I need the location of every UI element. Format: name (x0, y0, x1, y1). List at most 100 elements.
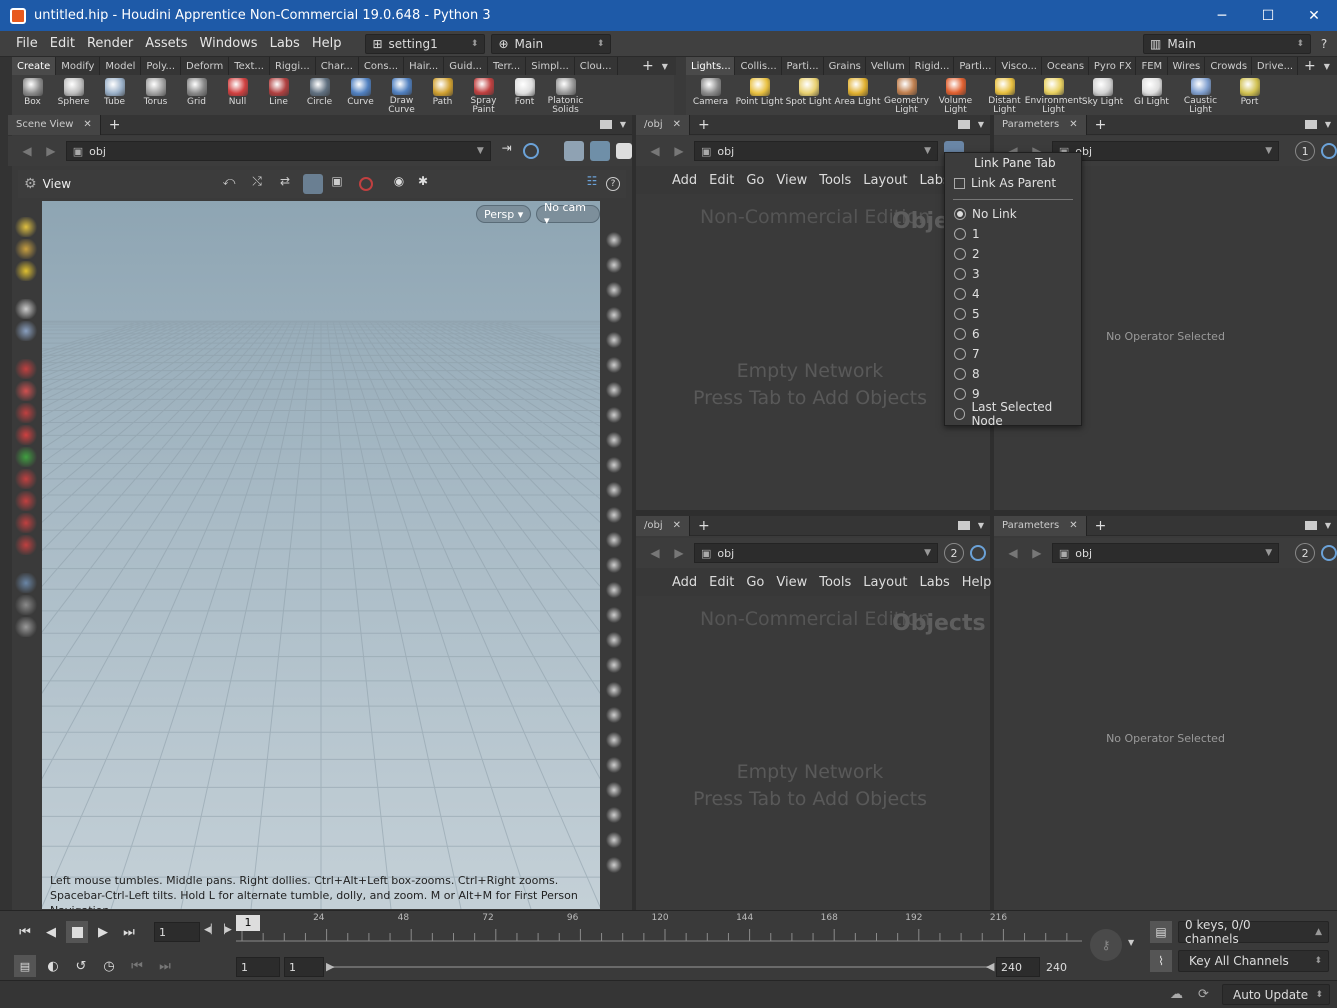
close-icon[interactable]: ✕ (1069, 119, 1077, 130)
display-tool-7-icon[interactable] (605, 405, 623, 425)
camera-menu[interactable]: No cam ▾ (536, 201, 600, 227)
menu-file[interactable]: File (10, 36, 44, 51)
menu-render[interactable]: Render (81, 36, 139, 51)
network-path-field[interactable]: ▣ obj ▼ (694, 141, 938, 161)
display-tool-17-icon[interactable] (605, 655, 623, 675)
display-tool-9-icon[interactable] (605, 455, 623, 475)
realtime-icon[interactable]: ▤ (14, 955, 36, 977)
forward-arrow-icon[interactable]: ▶ (1028, 546, 1046, 560)
link-pane-icon[interactable] (522, 143, 539, 159)
link-option-7[interactable]: 7 (945, 344, 1081, 364)
shelf-tab-0[interactable]: Create (12, 57, 57, 75)
net-menu-tools[interactable]: Tools (813, 575, 857, 590)
add-pane-tab-icon[interactable]: + (1087, 518, 1115, 534)
add-pane-tab-icon[interactable]: + (690, 117, 718, 133)
back-arrow-icon[interactable]: ◀ (18, 144, 36, 158)
key-mode-selector[interactable]: Key All Channels ⬍ (1178, 950, 1329, 972)
display-tool-23-icon[interactable] (605, 805, 623, 825)
viewport-tool-12-icon[interactable] (15, 469, 37, 489)
play-icon[interactable]: ▶ (92, 921, 114, 943)
display-tool-5-icon[interactable] (605, 355, 623, 375)
shelf-tab-5[interactable]: Text... (229, 57, 270, 75)
shelf-tool-line[interactable]: Line (258, 75, 299, 115)
shelf-tool-platonic-solids[interactable]: Platonic Solids (545, 75, 586, 115)
shelf-tab-9[interactable]: Pyro FX (1089, 57, 1137, 75)
network-top-canvas[interactable]: Non-Commercial Edition Objects Empty Net… (636, 194, 990, 510)
net-menu-view[interactable]: View (770, 173, 813, 188)
shelf-tool-sky-light[interactable]: Sky Light (1078, 75, 1127, 115)
clock-icon[interactable]: ◷ (98, 955, 120, 977)
shelf-tool-area-light[interactable]: Area Light (833, 75, 882, 115)
render-icon[interactable]: ◉ (389, 174, 409, 194)
close-button[interactable]: ✕ (1291, 0, 1337, 31)
viewport-tool-7-icon[interactable] (15, 359, 37, 379)
close-icon[interactable]: ✕ (83, 119, 91, 130)
link-pane-icon[interactable] (1321, 545, 1337, 561)
link-pane-icon[interactable] (1321, 143, 1337, 159)
shelf-tool-distant-light[interactable]: Distant Light (980, 75, 1029, 115)
menu-labs[interactable]: Labs (264, 36, 306, 51)
add-shelf-icon[interactable]: + (640, 58, 656, 74)
shelf-tool-null[interactable]: Null (217, 75, 258, 115)
transform-handle-icon[interactable]: ⤺ (219, 174, 239, 194)
display-tool-24-icon[interactable] (605, 830, 623, 850)
shelf-tab-12[interactable]: Crowds (1205, 57, 1252, 75)
shelf-tool-box[interactable]: Box (12, 75, 53, 115)
shelf-menu-icon[interactable]: ▼ (662, 62, 668, 71)
play-reverse-icon[interactable]: ◀ (40, 921, 62, 943)
display-tool-10-icon[interactable] (605, 480, 623, 500)
help-icon[interactable]: ? (1311, 37, 1337, 51)
right-desk-selector[interactable]: ▥ Main ⬍ (1143, 33, 1311, 54)
channel-list-icon[interactable]: ▤ (1150, 921, 1172, 943)
menu-edit[interactable]: Edit (44, 36, 81, 51)
net-menu-labs[interactable]: Labs (913, 575, 955, 590)
viewport-tool-4-icon[interactable] (15, 299, 37, 319)
shelf-tab-10[interactable]: FEM (1136, 57, 1168, 75)
shelf-tab-9[interactable]: Hair... (404, 57, 445, 75)
shelf-tab-3[interactable]: Poly... (141, 57, 182, 75)
net-menu-layout[interactable]: Layout (857, 173, 913, 188)
loop-icon[interactable]: ↺ (70, 955, 92, 977)
frame-ruler[interactable]: 24 48 72 96 120 144 168 192 216 1 (236, 913, 1082, 945)
next-key-icon[interactable]: ⏭ (154, 955, 176, 977)
net-menu-tools[interactable]: Tools (813, 173, 857, 188)
shelf-tab-8[interactable]: Oceans (1042, 57, 1089, 75)
viewport-tool-17-icon[interactable] (15, 573, 37, 593)
cloud-icon[interactable]: ☁ (1170, 987, 1183, 1002)
pin-icon[interactable]: ⇥ (497, 141, 517, 161)
playback-end-field[interactable]: 240 (996, 957, 1040, 977)
display-tool-8-icon[interactable] (605, 430, 623, 450)
shelf-tab-10[interactable]: Guid... (444, 57, 488, 75)
display-options-icon[interactable] (590, 141, 611, 161)
link-as-parent-checkbox[interactable]: Link As Parent (945, 173, 1081, 193)
context-selector[interactable]: ⊕ Main ⬍ (491, 33, 612, 54)
global-end-field[interactable]: 240 (1042, 957, 1082, 977)
shelf-tool-camera[interactable]: Camera (686, 75, 735, 115)
back-arrow-icon[interactable]: ◀ (1004, 546, 1022, 560)
shelf-tab-4[interactable]: Vellum (866, 57, 910, 75)
add-pane-tab-icon[interactable]: + (101, 117, 129, 133)
back-arrow-icon[interactable]: ◀ (646, 144, 664, 158)
shelf-tab-7[interactable]: Char... (316, 57, 359, 75)
forward-arrow-icon[interactable]: ▶ (42, 144, 60, 158)
viewport-tool-14-icon[interactable] (15, 513, 37, 533)
display-tool-2-icon[interactable] (605, 280, 623, 300)
shelf-tab-5[interactable]: Rigid... (910, 57, 955, 75)
close-icon[interactable]: ✕ (673, 119, 681, 130)
perspective-menu[interactable]: Persp ▾ (476, 205, 532, 223)
net-menu-layout[interactable]: Layout (857, 575, 913, 590)
prev-key-icon[interactable]: ⏮ (126, 955, 148, 977)
shelf-tool-tube[interactable]: Tube (94, 75, 135, 115)
shelf-tool-geometry-light[interactable]: Geometry Light (882, 75, 931, 115)
shelf-tab-13[interactable]: Drive... (1252, 57, 1298, 75)
link-option-1[interactable]: 1 (945, 224, 1081, 244)
viewport-tool-0-icon[interactable] (15, 217, 37, 237)
tab-obj[interactable]: /obj ✕ (636, 114, 691, 135)
pane-menu-icon[interactable]: ▼ (978, 521, 984, 530)
shelf-tool-caustic-light[interactable]: Caustic Light (1176, 75, 1225, 115)
help-icon[interactable]: ? (606, 177, 620, 191)
link-pane-icon[interactable] (970, 545, 986, 561)
link-option-10[interactable]: Last Selected Node (945, 400, 1081, 428)
range-slider-track[interactable] (330, 966, 992, 968)
key-channels-icon[interactable]: ⌇ (1150, 950, 1172, 972)
